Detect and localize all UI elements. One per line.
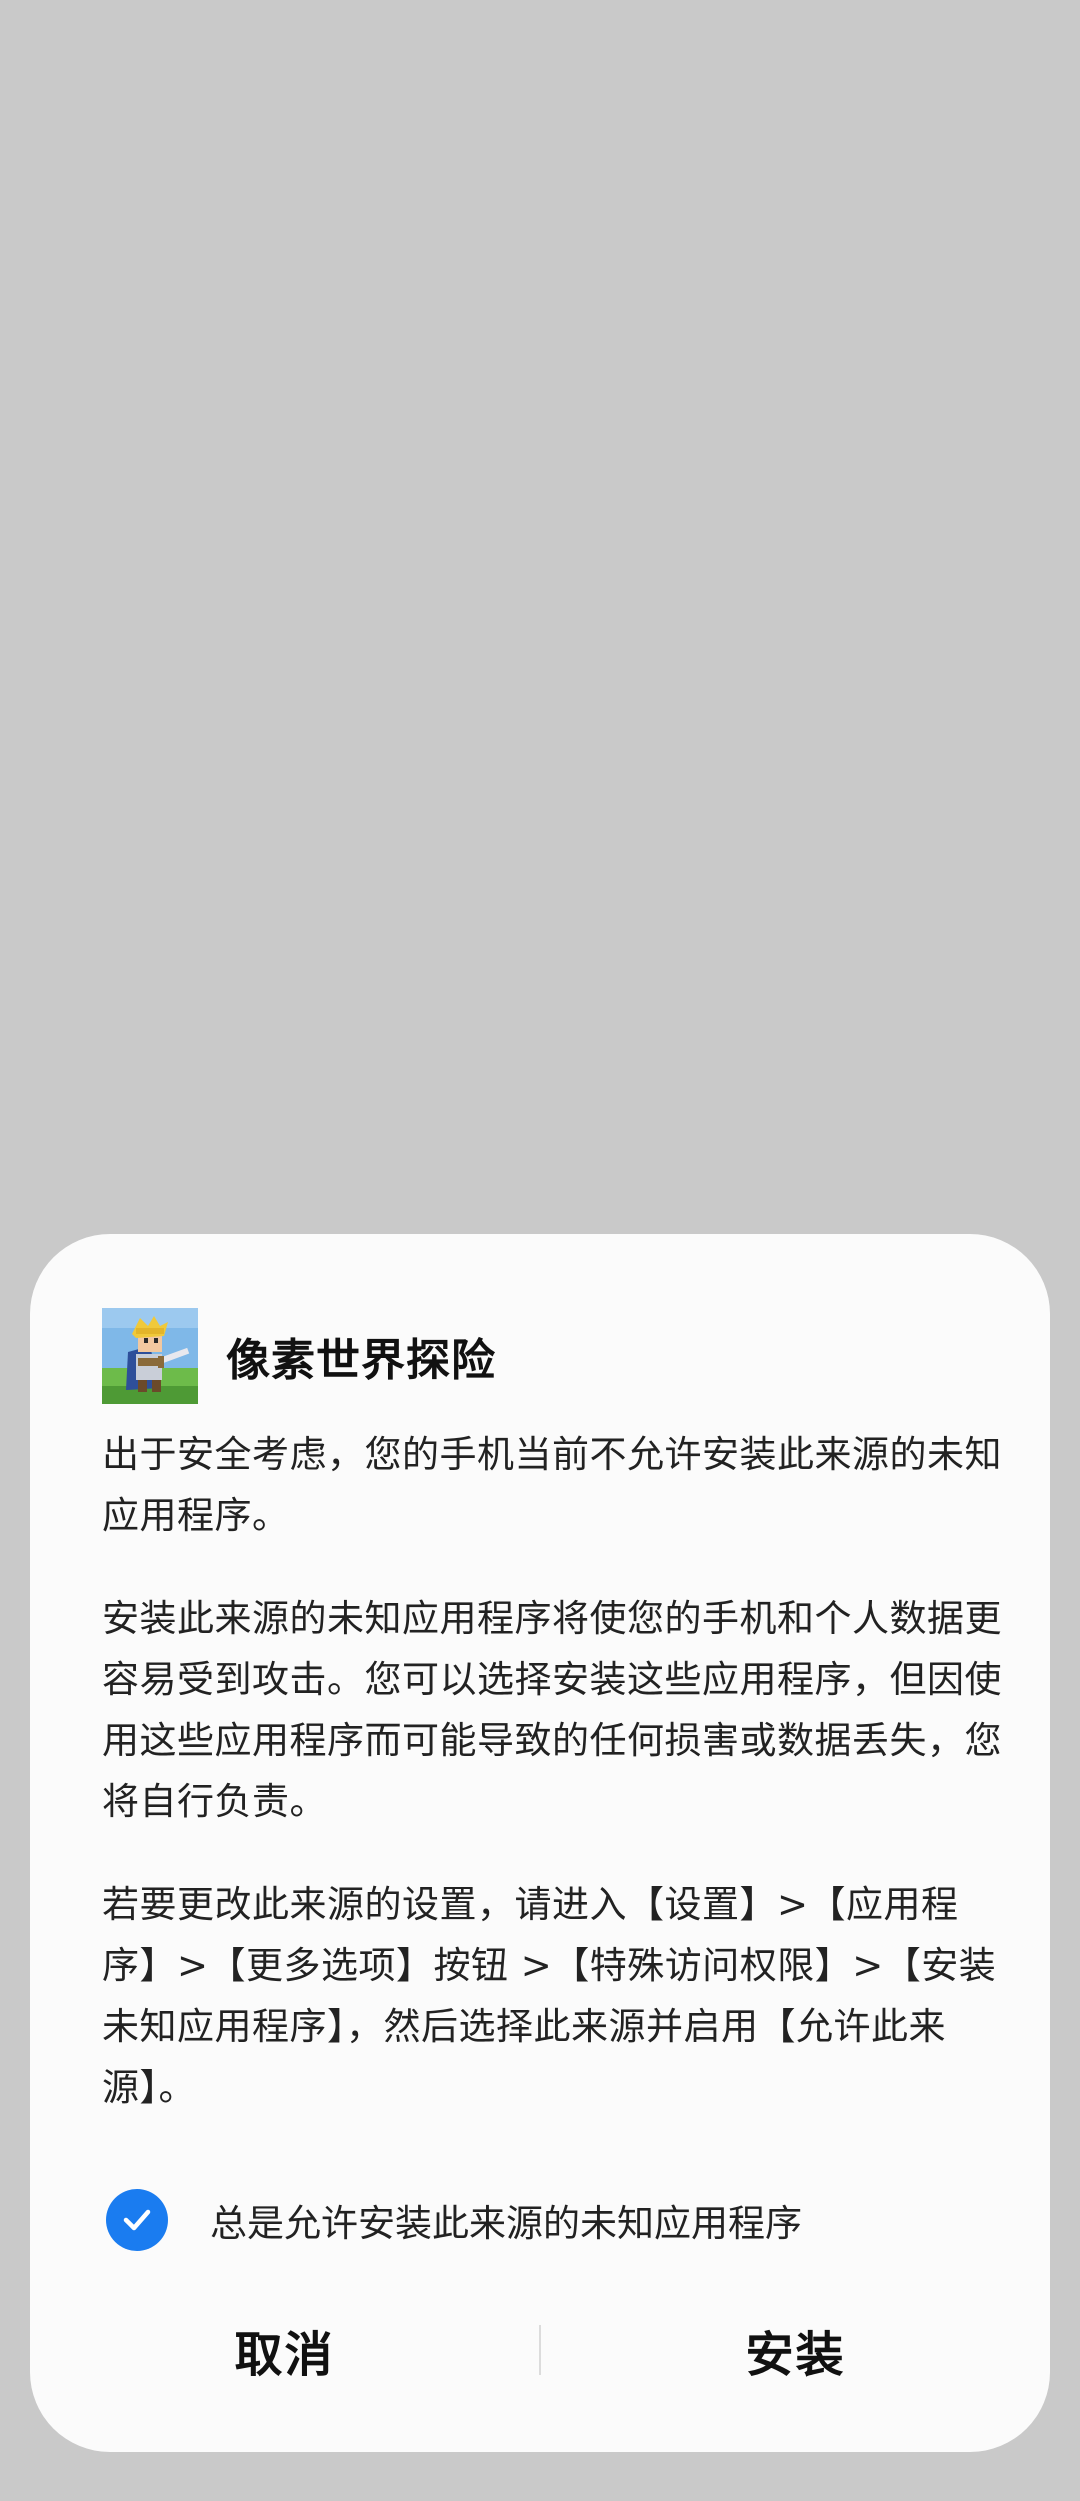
always-allow-checkbox[interactable] <box>106 2189 168 2251</box>
app-icon <box>102 1308 198 1404</box>
always-allow-label[interactable]: 总是允许安装此来源的未知应用程序 <box>210 2193 802 2247</box>
checkmark-icon <box>123 2209 151 2231</box>
install-button[interactable]: 安装 <box>541 2315 1050 2385</box>
message-paragraph-security: 出于安全考虑，您的手机当前不允许安装此来源的未知应用程序。 <box>102 1433 1002 1537</box>
dialog-header: 像素世界探险 <box>102 1308 496 1404</box>
cancel-button[interactable]: 取消 <box>30 2315 539 2385</box>
dialog-button-bar: 取消 安装 <box>30 2302 1050 2398</box>
message-paragraph-risk: 安装此来源的未知应用程序将使您的手机和个人数据更容易受到攻击。您可以选择安装这些… <box>102 1597 1002 1823</box>
dialog-message: 出于安全考虑，您的手机当前不允许安装此来源的未知应用程序。 安装此来源的未知应用… <box>102 1424 1002 2160</box>
install-blocked-dialog: 像素世界探险 出于安全考虑，您的手机当前不允许安装此来源的未知应用程序。 安装此… <box>30 1234 1050 2452</box>
app-name: 像素世界探险 <box>226 1335 496 1386</box>
always-allow-checkbox-row[interactable]: 总是允许安装此来源的未知应用程序 <box>106 2188 802 2252</box>
message-paragraph-settings-path: 若要更改此来源的设置，请进入【设置】>【应用程序】>【更多选项】按钮 >【特殊访… <box>102 1883 997 2109</box>
